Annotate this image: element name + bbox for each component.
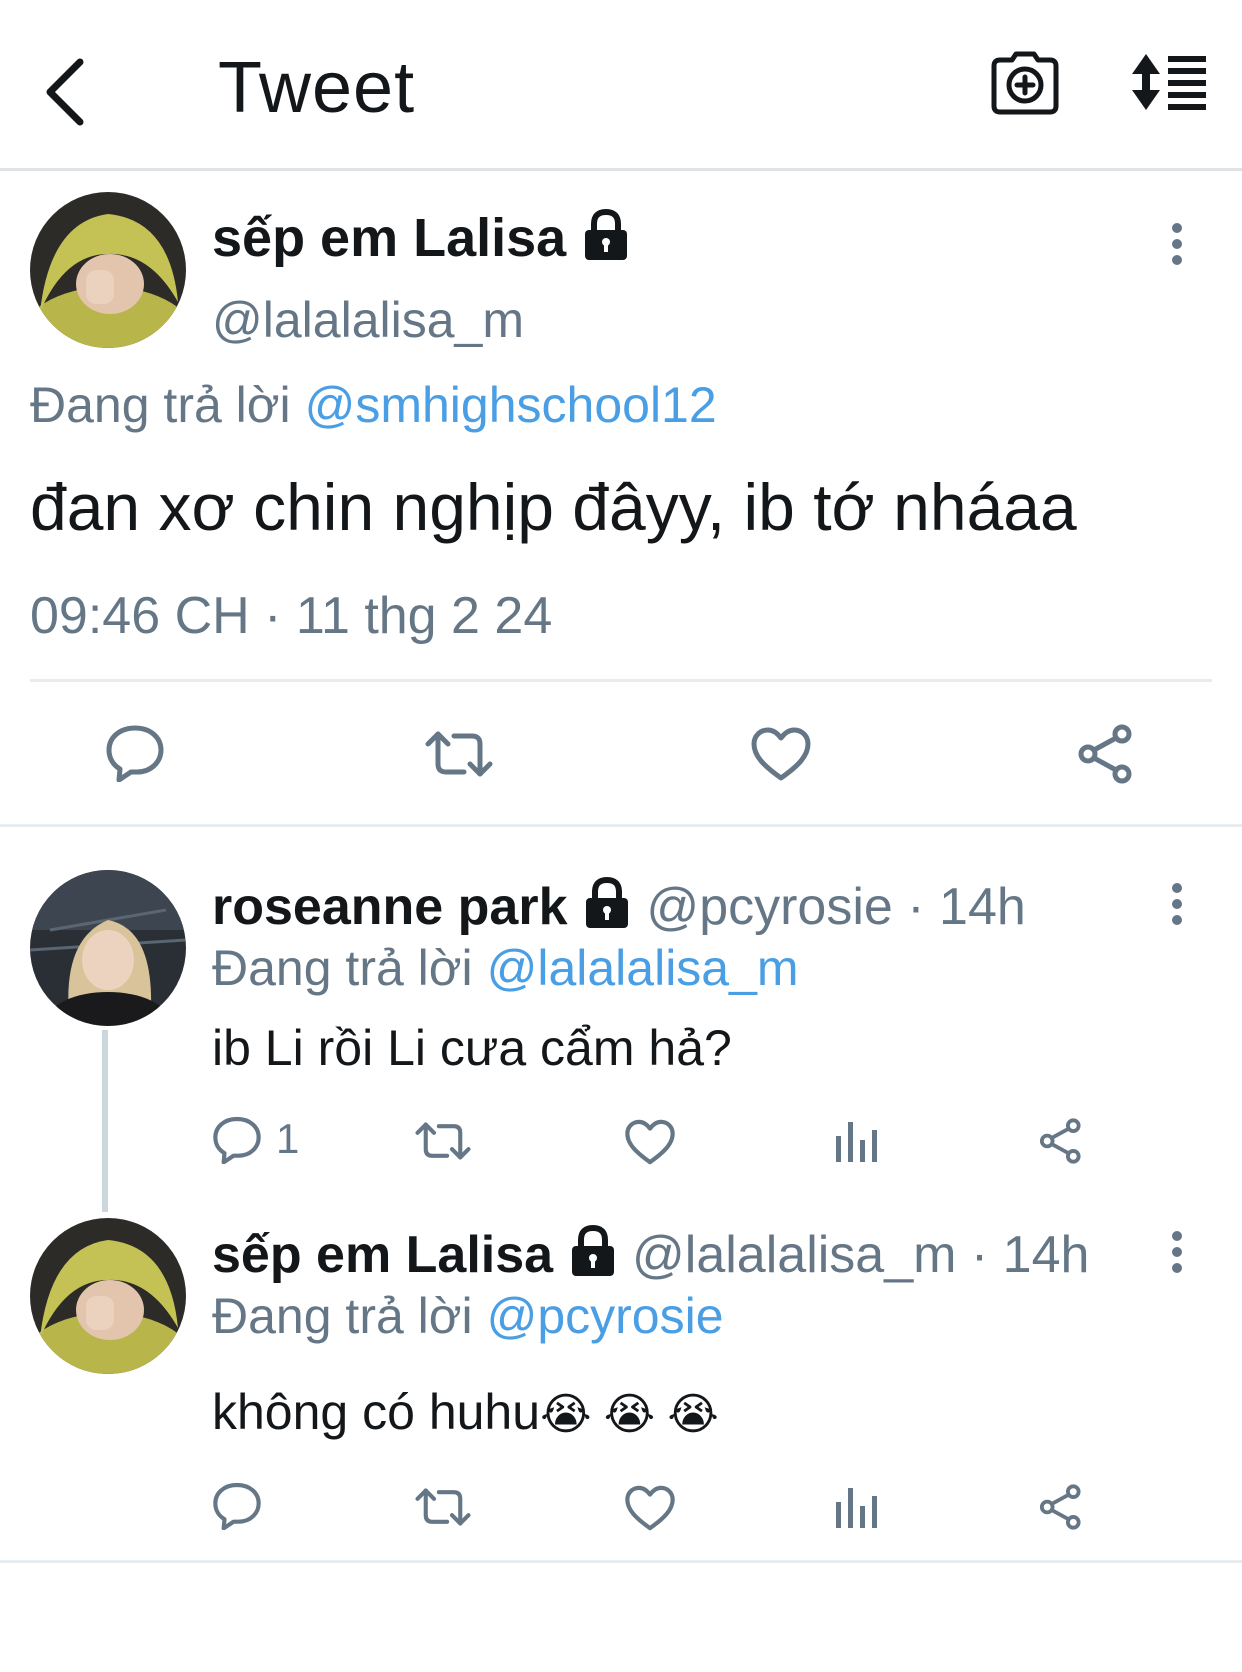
divider: [0, 824, 1242, 827]
more-options-icon[interactable]: [1170, 1230, 1184, 1274]
like-button[interactable]: [624, 1484, 676, 1537]
author-handle[interactable]: @pcyrosie: [646, 878, 892, 936]
share-button[interactable]: [1038, 1484, 1084, 1535]
lock-icon: [582, 876, 632, 944]
reply-to-link[interactable]: @lalalalisa_m: [487, 940, 799, 996]
share-icon: [1039, 1484, 1081, 1530]
reply-icon: [213, 1116, 261, 1164]
analytics-button[interactable]: [836, 1484, 878, 1535]
more-options-icon[interactable]: [1170, 222, 1184, 266]
avatar[interactable]: [30, 192, 186, 348]
page-title: Tweet: [218, 48, 416, 128]
author-name[interactable]: sếp em Lalisa: [212, 1226, 553, 1284]
reply-context: Đang trả lời @smhighschool12: [30, 375, 717, 435]
heart-icon: [625, 1485, 675, 1531]
heart-icon: [751, 727, 811, 781]
analytics-button[interactable]: [836, 1118, 878, 1169]
tweet-text: ib Li rồi Li cưa cẩm hả?: [212, 1020, 732, 1076]
author-line: sếp em Lalisa @lalalalisa_m · 14h: [212, 1224, 1089, 1292]
reply-time: · 14h: [970, 1226, 1090, 1284]
reply-icon: [213, 1482, 261, 1530]
thread-line: [102, 1030, 108, 1212]
reply-to-link[interactable]: @pcyrosie: [487, 1288, 724, 1344]
crying-emoji: 😭 😭 😭: [540, 1390, 719, 1439]
retweet-icon: [415, 1122, 471, 1160]
author-line: sếp em Lalisa: [212, 206, 631, 276]
reply-button[interactable]: 1: [212, 1114, 299, 1164]
author-name[interactable]: roseanne park: [212, 878, 568, 936]
author-handle[interactable]: @lalalalisa_m: [212, 290, 524, 350]
chevron-left-icon[interactable]: [38, 52, 98, 132]
reply-to-link[interactable]: @smhighschool12: [305, 377, 717, 433]
reply-button[interactable]: [212, 1480, 262, 1530]
reply-prefix: Đang trả lời: [212, 1288, 473, 1344]
share-button[interactable]: [1076, 724, 1136, 789]
divider: [30, 679, 1212, 682]
avatar[interactable]: [30, 870, 186, 1026]
tweet-text: không có huhu: [212, 1384, 541, 1440]
lock-icon: [568, 1224, 618, 1292]
author-handle[interactable]: @lalalalisa_m: [632, 1226, 956, 1284]
like-button[interactable]: [624, 1118, 676, 1171]
tweet-text-line: không có huhu😭 😭 😭: [212, 1382, 719, 1445]
reply-time: · 14h: [907, 878, 1026, 936]
tweet-text: đan xơ chin nghịp đâyy, ib tớ nháaa: [30, 470, 1077, 544]
retweet-button[interactable]: [414, 1118, 472, 1169]
camera-plus-icon[interactable]: [990, 50, 1060, 116]
reply-icon: [106, 725, 164, 783]
lock-icon: [581, 208, 631, 276]
retweet-button[interactable]: [424, 726, 494, 787]
tweet-timestamp: 09:46 CH · 11 thg 2 24: [30, 587, 553, 645]
more-options-icon[interactable]: [1170, 882, 1184, 926]
reply-prefix: Đang trả lời: [212, 940, 473, 996]
divider: [0, 1560, 1242, 1563]
retweet-button[interactable]: [414, 1484, 472, 1535]
sort-toggle-icon[interactable]: [1130, 52, 1210, 112]
share-icon: [1039, 1118, 1081, 1164]
analytics-icon: [836, 1122, 877, 1162]
retweet-icon: [425, 731, 493, 777]
share-icon: [1078, 724, 1132, 784]
author-name[interactable]: sếp em Lalisa: [212, 208, 566, 268]
author-line: roseanne park @pcyrosie · 14h: [212, 876, 1026, 944]
reply-count: 1: [276, 1115, 300, 1162]
analytics-icon: [836, 1488, 877, 1528]
reply-context: Đang trả lời @lalalalisa_m: [212, 938, 799, 998]
like-button[interactable]: [750, 726, 812, 787]
heart-icon: [625, 1119, 675, 1165]
avatar[interactable]: [30, 1218, 186, 1374]
reply-button[interactable]: [105, 722, 165, 787]
reply-prefix: Đang trả lời: [30, 377, 291, 433]
share-button[interactable]: [1038, 1118, 1084, 1169]
retweet-icon: [415, 1488, 471, 1526]
reply-context: Đang trả lời @pcyrosie: [212, 1286, 724, 1346]
